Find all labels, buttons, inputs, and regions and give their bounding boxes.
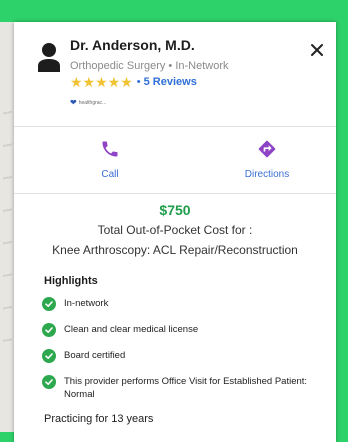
heart-icon: ❤	[70, 98, 77, 107]
directions-button[interactable]: Directions	[212, 127, 322, 193]
action-bar: Call Directions	[14, 127, 336, 193]
highlight-text: Board certified	[64, 350, 126, 361]
highlights-heading: Highlights	[44, 275, 98, 287]
procedure-name: Knee Arthroscopy: ACL Repair/Reconstruct…	[52, 243, 298, 257]
provider-specialty: Orthopedic Surgery • In-Network	[70, 60, 229, 72]
provider-header: Dr. Anderson, M.D. Orthopedic Surgery • …	[14, 22, 336, 126]
provider-name: Dr. Anderson, M.D.	[70, 37, 195, 53]
separator-dot: •	[136, 76, 141, 88]
list-item: Board certified	[42, 349, 336, 363]
phone-icon	[102, 141, 118, 157]
directions-icon	[258, 140, 276, 158]
highlight-text: This provider performs Office Visit for …	[64, 376, 308, 400]
highlights-list: In-network Clean and clear medical licen…	[42, 297, 336, 401]
call-label: Call	[101, 169, 119, 180]
healthgrades-logo: ❤ healthgrac...	[70, 98, 106, 107]
list-item: Clean and clear medical license	[42, 323, 336, 337]
reviews-link[interactable]: 5 Reviews	[144, 76, 197, 88]
years-practicing: Practicing for 13 years	[44, 413, 154, 425]
highlight-text: In-network	[64, 298, 109, 309]
source-logo-text: healthgrac...	[78, 99, 107, 106]
list-item: This provider performs Office Visit for …	[42, 375, 336, 401]
star-rating: ★★★★★	[70, 74, 133, 90]
out-of-pocket-price: $750	[159, 202, 191, 218]
check-circle-icon	[42, 297, 56, 311]
close-icon[interactable]	[308, 41, 326, 59]
person-icon	[38, 43, 60, 72]
check-circle-icon	[42, 323, 56, 337]
provider-detail-card: Dr. Anderson, M.D. Orthopedic Surgery • …	[14, 22, 336, 442]
check-circle-icon	[42, 349, 56, 363]
cost-section: $750 Total Out-of-Pocket Cost for : Knee…	[14, 194, 336, 257]
rating-row: ★★★★★ • 5 Reviews	[70, 74, 197, 90]
list-item: In-network	[42, 297, 336, 311]
directions-label: Directions	[244, 169, 290, 180]
cost-label: Total Out-of-Pocket Cost for :	[97, 223, 253, 237]
call-button[interactable]: Call	[55, 127, 165, 193]
highlight-text: Clean and clear medical license	[64, 324, 199, 335]
check-circle-icon	[42, 375, 56, 389]
map-background	[0, 22, 14, 432]
